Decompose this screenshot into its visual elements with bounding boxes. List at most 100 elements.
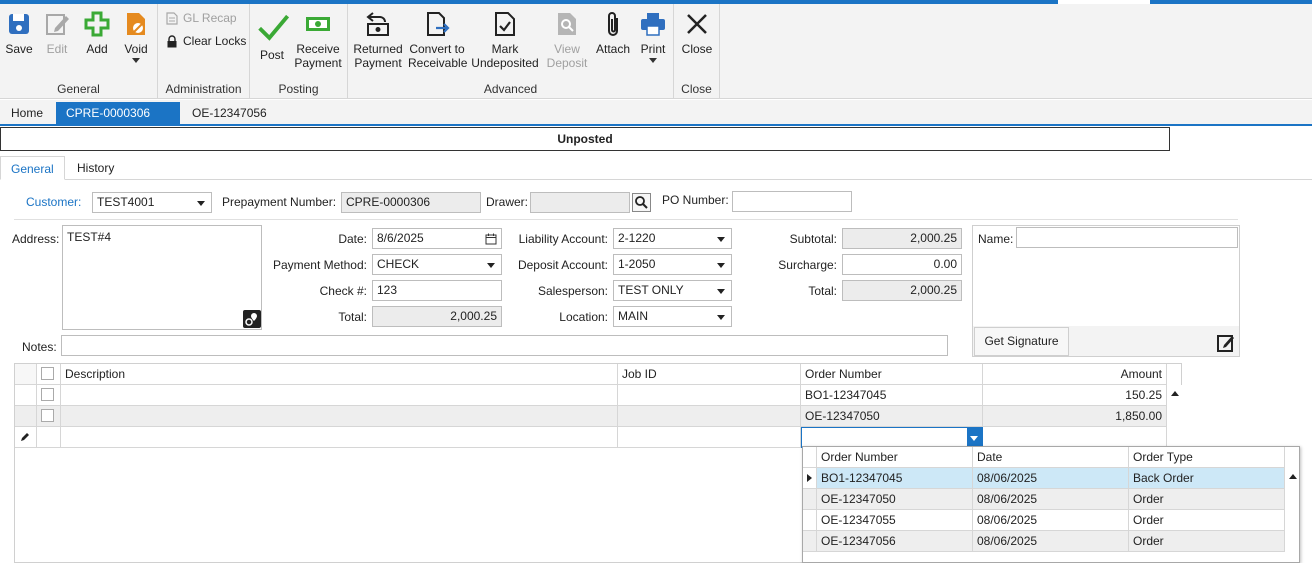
- view-deposit-button[interactable]: View Deposit: [546, 10, 588, 70]
- row-indicator-header: [15, 364, 37, 385]
- returned-payment-button[interactable]: Returned Payment: [352, 10, 404, 70]
- popup-col-header-order-number[interactable]: Order Number: [817, 447, 973, 468]
- new-row-job-id[interactable]: [618, 427, 801, 448]
- payment-method-select[interactable]: CHECK: [372, 254, 502, 275]
- popup-cell-order-number[interactable]: OE-12347050: [817, 489, 973, 510]
- calendar-icon[interactable]: [485, 233, 497, 245]
- select-all-cell[interactable]: [37, 364, 61, 385]
- location-select[interactable]: MAIN: [613, 306, 732, 327]
- new-row-indicator[interactable]: [15, 427, 37, 448]
- ribbon-group-general-label: General: [57, 82, 100, 96]
- name-field[interactable]: [1016, 227, 1238, 248]
- add-button[interactable]: Add: [82, 10, 112, 56]
- row-checkbox[interactable]: [41, 388, 54, 401]
- cell-amount[interactable]: 150.25: [983, 385, 1167, 406]
- cell-job-id[interactable]: [618, 406, 801, 427]
- tab-general[interactable]: General: [0, 156, 65, 180]
- cell-amount[interactable]: 1,850.00: [983, 406, 1167, 427]
- surcharge-field[interactable]: 0.00: [842, 254, 962, 275]
- void-button[interactable]: Void: [120, 10, 152, 63]
- notes-field[interactable]: [61, 335, 948, 356]
- post-button[interactable]: Post: [256, 10, 290, 62]
- map-location-button[interactable]: [243, 310, 261, 328]
- popup-cell-order-type[interactable]: Order: [1129, 510, 1285, 531]
- scroll-up-icon[interactable]: [1171, 391, 1179, 396]
- convert-to-receivable-button[interactable]: Convert to Receivable: [408, 10, 468, 70]
- popup-cell-order-number[interactable]: OE-12347055: [817, 510, 973, 531]
- col-header-order-number[interactable]: Order Number: [801, 364, 983, 385]
- print-dropdown-caret[interactable]: [649, 58, 657, 63]
- mark-undeposited-button[interactable]: Mark Undeposited: [470, 10, 540, 70]
- row-indicator[interactable]: [15, 406, 37, 427]
- close-button[interactable]: Close: [678, 10, 716, 56]
- col-header-job-id[interactable]: Job ID: [618, 364, 801, 385]
- get-signature-button[interactable]: Get Signature: [974, 327, 1069, 356]
- select-all-checkbox[interactable]: [41, 367, 54, 380]
- order-number-dropdown-button[interactable]: [967, 428, 982, 447]
- popup-cell-order-type[interactable]: Order: [1129, 531, 1285, 552]
- cell-description[interactable]: [61, 385, 618, 406]
- drawer-search-button[interactable]: [632, 193, 651, 212]
- popup-cell-order-type[interactable]: Order: [1129, 489, 1285, 510]
- cell-description[interactable]: [61, 406, 618, 427]
- convert-label-line2: Receivable: [408, 56, 468, 70]
- edit-button[interactable]: Edit: [42, 10, 72, 56]
- popup-cell-order-number[interactable]: OE-12347056: [817, 531, 973, 552]
- po-number-field[interactable]: [732, 191, 852, 212]
- order-number-combo[interactable]: [801, 427, 983, 448]
- edit-signature-button[interactable]: [1216, 333, 1236, 353]
- popup-cell-date[interactable]: 08/06/2025: [973, 510, 1129, 531]
- save-button[interactable]: Save: [4, 10, 34, 56]
- popup-cell-date[interactable]: 08/06/2025: [973, 531, 1129, 552]
- customer-select[interactable]: TEST4001: [92, 192, 212, 213]
- new-row-select-cell[interactable]: [37, 427, 61, 448]
- total-left-field[interactable]: 2,000.25: [372, 306, 502, 327]
- popup-row-indicator[interactable]: [803, 489, 817, 510]
- cell-order-number[interactable]: BO1-12347045: [801, 385, 983, 406]
- void-dropdown-caret[interactable]: [132, 58, 140, 63]
- check-number-field[interactable]: 123: [372, 280, 502, 301]
- popup-cell-date[interactable]: 08/06/2025: [973, 489, 1129, 510]
- salesperson-select[interactable]: TEST ONLY: [613, 280, 732, 301]
- address-textarea[interactable]: TEST#4: [62, 225, 262, 330]
- tab-cpre-0000306[interactable]: CPRE-0000306 ✕: [56, 102, 180, 142]
- date-field[interactable]: 8/6/2025: [372, 228, 502, 249]
- tab-oe-12347056[interactable]: OE-12347056: [182, 102, 277, 124]
- popup-cell-order-type[interactable]: Back Order: [1129, 468, 1285, 489]
- row-select-cell[interactable]: [37, 385, 61, 406]
- row-checkbox[interactable]: [41, 409, 54, 422]
- popup-col-header-order-type[interactable]: Order Type: [1129, 447, 1285, 468]
- row-select-cell[interactable]: [37, 406, 61, 427]
- new-row-description[interactable]: [61, 427, 618, 448]
- tab-home[interactable]: Home: [1, 102, 53, 124]
- print-button[interactable]: Print: [636, 10, 670, 63]
- col-header-description[interactable]: Description: [61, 364, 618, 385]
- popup-scrollbar[interactable]: [1285, 468, 1299, 562]
- add-label: Add: [86, 42, 108, 56]
- cell-job-id[interactable]: [618, 385, 801, 406]
- tab-history[interactable]: History: [67, 156, 124, 180]
- popup-scroll-up-icon[interactable]: [1289, 474, 1297, 479]
- popup-cell-date[interactable]: 08/06/2025: [973, 468, 1129, 489]
- subtotal-field[interactable]: 2,000.25: [842, 228, 962, 249]
- prepayment-number-field[interactable]: CPRE-0000306: [341, 192, 481, 213]
- total-field[interactable]: 2,000.25: [842, 280, 962, 301]
- popup-cell-order-number[interactable]: BO1-12347045: [817, 468, 973, 489]
- col-header-amount[interactable]: Amount: [983, 364, 1167, 385]
- clear-locks-button[interactable]: Clear Locks: [166, 34, 246, 48]
- popup-col-header-date[interactable]: Date: [973, 447, 1129, 468]
- customer-label[interactable]: Customer:: [26, 192, 81, 212]
- cell-order-number[interactable]: OE-12347050: [801, 406, 983, 427]
- liability-account-select[interactable]: 2-1220: [613, 228, 732, 249]
- popup-row-indicator[interactable]: [803, 468, 817, 489]
- popup-row-indicator[interactable]: [803, 531, 817, 552]
- new-row-amount[interactable]: [983, 427, 1167, 448]
- grid-scrollbar[interactable]: [1167, 385, 1182, 448]
- drawer-field[interactable]: [530, 192, 630, 213]
- row-indicator[interactable]: [15, 385, 37, 406]
- attach-button[interactable]: Attach: [594, 10, 632, 56]
- gl-recap-button[interactable]: GL Recap: [166, 11, 237, 25]
- receive-payment-button[interactable]: Receive Payment: [294, 10, 342, 70]
- popup-row-indicator[interactable]: [803, 510, 817, 531]
- deposit-account-select[interactable]: 1-2050: [613, 254, 732, 275]
